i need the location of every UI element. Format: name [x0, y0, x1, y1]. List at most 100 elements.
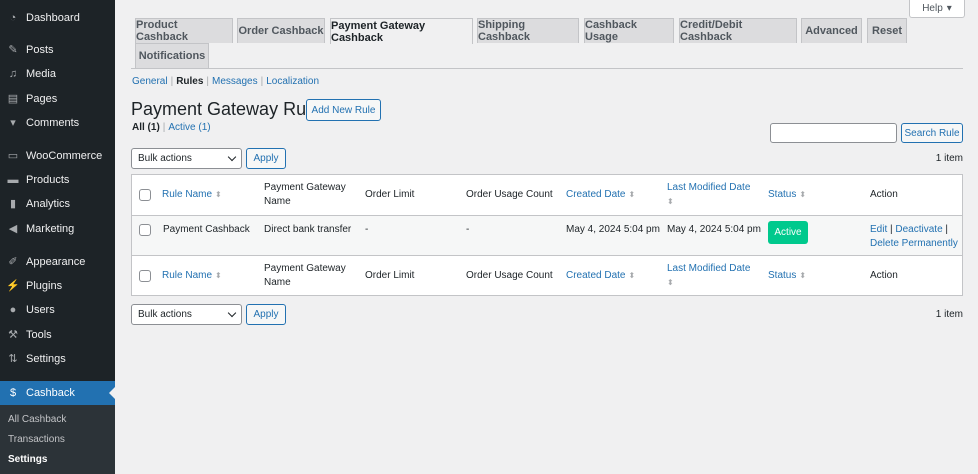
tab-reset[interactable]: Reset	[867, 18, 907, 43]
view-active[interactable]: Active (1)	[168, 122, 210, 133]
sort-icon: ⬍	[667, 278, 674, 287]
col-gateway: Payment Gateway Name	[264, 182, 346, 207]
tab-order-cashback[interactable]: Order Cashback	[237, 18, 325, 43]
cashback-submenu: All Cashback Transactions Settings	[0, 405, 115, 474]
col-order-limit: Order Limit	[365, 189, 415, 200]
deactivate-link[interactable]: Deactivate	[895, 224, 942, 235]
media-icon: ♫	[8, 68, 18, 80]
menu-woocommerce[interactable]: ▭ WooCommerce	[0, 144, 115, 168]
menu-settings[interactable]: ⇅ Settings	[0, 347, 115, 371]
menu-users[interactable]: ● Users	[0, 298, 115, 322]
apply-button-top[interactable]: Apply	[246, 148, 286, 169]
search-input[interactable]	[770, 123, 897, 143]
sort-icon: ⬍	[215, 190, 222, 199]
col-status[interactable]: Status ⬍	[768, 269, 806, 283]
menu-media[interactable]: ♫ Media	[0, 62, 115, 86]
delete-permanently-link[interactable]: Delete Permanently	[870, 238, 958, 249]
chevron-down-icon	[227, 152, 237, 162]
menu-plugins[interactable]: ⚡ Plugins	[0, 274, 115, 298]
admin-sidebar: ◔ Dashboard ✎ Posts ♫ Media ▤ Pages ▾ Comment…	[0, 0, 115, 474]
subnav-general[interactable]: General	[132, 76, 168, 87]
menu-pages[interactable]: ▤ Pages	[0, 87, 115, 111]
col-status[interactable]: Status ⬍	[768, 188, 806, 202]
tab-cashback-usage[interactable]: Cashback Usage	[584, 18, 674, 43]
table-row: Payment Cashback Direct bank transfer - …	[132, 215, 962, 256]
tab-credit-debit-cashback[interactable]: Credit/Debit Cashback	[679, 18, 797, 43]
search-rule-button[interactable]: Search Rule	[901, 123, 963, 143]
add-new-rule-button[interactable]: Add New Rule	[306, 99, 381, 121]
chevron-down-icon	[227, 308, 237, 318]
menu-comments[interactable]: ▾ Comments	[0, 111, 115, 135]
help-button[interactable]: Help ▾	[909, 0, 965, 18]
sort-icon: ⬍	[799, 190, 807, 199]
table-footer: Rule Name ⬍ Payment Gateway Name Order Li…	[132, 256, 962, 297]
menu-tools[interactable]: ⚒ Tools	[0, 323, 115, 347]
menu-appearance[interactable]: ✐ Appearance	[0, 250, 115, 274]
gateway-name: Direct bank transfer	[264, 224, 352, 235]
menu-cashback[interactable]: $ Cashback	[0, 381, 115, 405]
view-all[interactable]: All (1)	[132, 122, 160, 133]
col-modified-date[interactable]: Last Modified Date ⬍	[667, 262, 762, 290]
settings-icon: ⇅	[8, 353, 18, 365]
menu-dashboard[interactable]: ◔ Dashboard	[0, 6, 115, 30]
tab-payment-gateway-cashback[interactable]: Payment Gateway Cashback	[330, 18, 473, 44]
subnav-messages[interactable]: Messages	[212, 76, 258, 87]
row-checkbox[interactable]	[139, 224, 151, 236]
select-all-checkbox[interactable]	[139, 189, 151, 201]
sort-icon: ⬍	[799, 271, 807, 280]
submenu-transactions[interactable]: Transactions	[8, 434, 65, 445]
subnav-rules[interactable]: Rules	[176, 76, 203, 87]
sort-icon: ⬍	[215, 271, 222, 280]
sub-navigation: General | Rules | Messages | Localization	[132, 76, 320, 87]
col-usage-count: Order Usage Count	[466, 270, 553, 281]
row-actions: Edit | Deactivate | Delete Permanently	[870, 224, 958, 249]
created-date: May 4, 2024 5:04 pm	[566, 224, 660, 235]
page-title: Payment Gateway Rules	[131, 99, 330, 119]
apply-button-bottom[interactable]: Apply	[246, 304, 286, 325]
bulk-actions-select-bottom[interactable]: Bulk actions	[131, 304, 242, 325]
tab-divider	[131, 68, 963, 69]
col-rule-name[interactable]: Rule Name ⬍	[162, 188, 222, 202]
col-rule-name[interactable]: Rule Name ⬍	[162, 269, 222, 283]
cashback-icon: $	[9, 387, 17, 399]
edit-link[interactable]: Edit	[870, 224, 887, 235]
submenu-settings[interactable]: Settings	[8, 454, 47, 465]
order-limit: -	[365, 224, 369, 235]
pages-icon: ▤	[7, 93, 19, 105]
sort-icon: ⬍	[667, 197, 674, 206]
comment-icon: ▾	[10, 117, 16, 129]
submenu-all-cashback[interactable]: All Cashback	[8, 414, 66, 425]
table-header: Rule Name ⬍ Payment Gateway Name Order Li…	[132, 175, 962, 216]
tab-product-cashback[interactable]: Product Cashback	[135, 18, 233, 43]
pin-icon: ✎	[8, 44, 18, 56]
woo-icon: ▭	[7, 150, 19, 162]
menu-posts[interactable]: ✎ Posts	[0, 38, 115, 62]
col-action: Action	[870, 189, 898, 200]
select-all-checkbox-footer[interactable]	[139, 270, 151, 282]
rules-table: Rule Name ⬍ Payment Gateway Name Order Li…	[131, 174, 963, 296]
caret-down-icon: ▾	[946, 2, 952, 14]
status-badge: Active	[768, 221, 808, 244]
col-gateway: Payment Gateway Name	[264, 263, 346, 288]
bar-chart-icon: ▮	[9, 198, 17, 210]
tab-advanced[interactable]: Advanced	[801, 18, 862, 43]
col-order-limit: Order Limit	[365, 270, 415, 281]
menu-analytics[interactable]: ▮ Analytics	[0, 192, 115, 216]
menu-products[interactable]: ▬ Products	[0, 168, 115, 192]
view-filters: All (1) | Active (1)	[132, 122, 211, 133]
subnav-localization[interactable]: Localization	[266, 76, 319, 87]
dashboard-icon: ◔	[9, 12, 17, 24]
col-created-date[interactable]: Created Date ⬍	[566, 188, 635, 202]
menu-marketing[interactable]: ◀ Marketing	[0, 217, 115, 241]
col-action: Action	[870, 270, 898, 281]
col-modified-date[interactable]: Last Modified Date ⬍	[667, 181, 762, 209]
plugin-icon: ⚡	[6, 280, 20, 292]
megaphone-icon: ◀	[8, 223, 18, 235]
wrench-icon: ⚒	[8, 329, 18, 341]
bulk-actions-select-top[interactable]: Bulk actions	[131, 148, 242, 169]
tab-shipping-cashback[interactable]: Shipping Cashback	[477, 18, 579, 43]
rule-name: Payment Cashback	[163, 224, 250, 235]
col-created-date[interactable]: Created Date ⬍	[566, 269, 635, 283]
tab-notifications[interactable]: Notifications	[135, 43, 209, 68]
archive-icon: ▬	[7, 174, 19, 186]
